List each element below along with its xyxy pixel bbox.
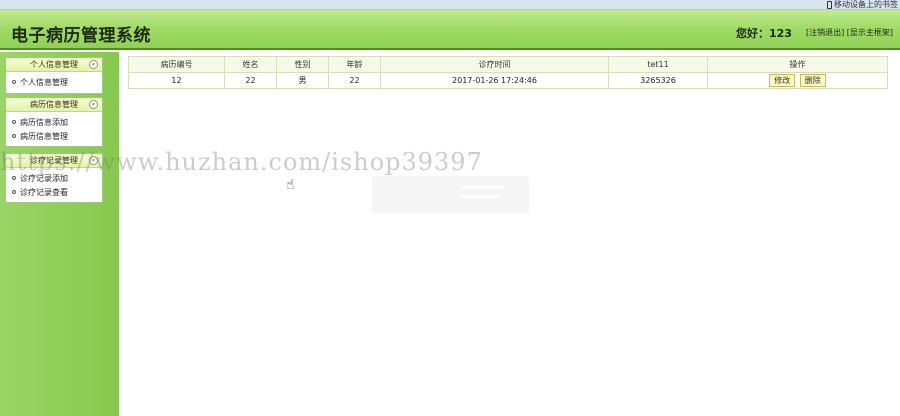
sidebar-item-treatment-add[interactable]: 诊疗记录添加 [6, 172, 102, 186]
bullet-icon [12, 133, 16, 138]
cell-actions: 修改 删除 [707, 72, 888, 89]
column-header: 诊疗时间 [380, 56, 609, 73]
sidebar-item-record-manage[interactable]: 病历信息管理 [6, 130, 102, 144]
menu-group-title: 诊疗记录管理 [30, 156, 78, 165]
mobile-bookmarks-link[interactable]: 移动设备上的书签 [827, 0, 898, 10]
cell-record-id: 12 [128, 72, 225, 89]
bullet-icon [12, 175, 16, 180]
table-header-row: 病历编号 姓名 性别 年龄 诊疗时间 tet11 操作 [128, 56, 888, 73]
sidebar-item-label: 病历信息添加 [20, 118, 68, 127]
logout-link[interactable]: [注销退出] [806, 28, 844, 37]
main-content: 病历编号 姓名 性别 年龄 诊疗时间 tet11 操作 12 22 男 22 2… [119, 52, 900, 416]
app-title: 电子病历管理系统 [11, 26, 151, 46]
bullet-icon [12, 189, 16, 194]
table-row: 12 22 男 22 2017-01-26 17:24:46 3265326 修… [128, 72, 888, 89]
collapse-icon[interactable]: « [89, 60, 98, 69]
menu-group-treatment: 诊疗记录管理 « 诊疗记录添加 诊疗记录查看 [5, 153, 103, 203]
sidebar-item-label: 诊疗记录添加 [20, 174, 68, 183]
sidebar-item-treatment-view[interactable]: 诊疗记录查看 [6, 186, 102, 200]
sidebar-item-label: 个人信息管理 [20, 78, 68, 87]
bullet-icon [12, 79, 16, 84]
header-links: [注销退出] [显示主框架] [806, 27, 893, 38]
menu-group-title: 病历信息管理 [30, 100, 78, 109]
records-table: 病历编号 姓名 性别 年龄 诊疗时间 tet11 操作 12 22 男 22 2… [128, 56, 888, 89]
show-frame-link[interactable]: [显示主框架] [847, 28, 893, 37]
column-header: 操作 [707, 56, 888, 73]
sidebar-item-personal-info[interactable]: 个人信息管理 [6, 76, 102, 90]
cell-name: 22 [224, 72, 277, 89]
faded-bar [462, 186, 504, 189]
column-header: tet11 [608, 56, 708, 73]
menu-group-header[interactable]: 诊疗记录管理 « [6, 154, 102, 168]
sidebar: 个人信息管理 « 个人信息管理 病历信息管理 « 病历信息添加 病历信息管理 诊… [0, 52, 119, 416]
browser-bookmark-strip: 移动设备上的书签 [0, 0, 900, 10]
bullet-icon [12, 119, 16, 124]
cell-time: 2017-01-26 17:24:46 [380, 72, 609, 89]
cell-age: 22 [328, 72, 381, 89]
cell-tet11: 3265326 [608, 72, 708, 89]
faded-bar [460, 195, 500, 198]
menu-group-records: 病历信息管理 « 病历信息添加 病历信息管理 [5, 97, 103, 147]
app-header: 电子病历管理系统 您好：123 [注销退出] [显示主框架] [0, 10, 900, 50]
menu-group-title: 个人信息管理 [30, 60, 78, 69]
cell-gender: 男 [276, 72, 329, 89]
mobile-bookmarks-label: 移动设备上的书签 [834, 0, 898, 9]
sidebar-item-label: 诊疗记录查看 [20, 188, 68, 197]
edit-button[interactable]: 修改 [769, 74, 796, 87]
hand-cursor-icon: ☝ [286, 177, 295, 193]
collapse-icon[interactable]: « [89, 156, 98, 165]
delete-button[interactable]: 删除 [799, 74, 826, 87]
menu-group-header[interactable]: 个人信息管理 « [6, 58, 102, 72]
sidebar-item-record-add[interactable]: 病历信息添加 [6, 116, 102, 130]
user-greeting: 您好：123 [736, 27, 792, 40]
column-header: 病历编号 [128, 56, 225, 73]
faded-overlay-box [372, 176, 529, 213]
column-header: 姓名 [224, 56, 277, 73]
menu-group-header[interactable]: 病历信息管理 « [6, 98, 102, 112]
phone-icon [827, 0, 832, 9]
collapse-icon[interactable]: « [89, 100, 98, 109]
sidebar-item-label: 病历信息管理 [20, 132, 68, 141]
menu-group-personal: 个人信息管理 « 个人信息管理 [5, 57, 103, 94]
column-header: 年龄 [328, 56, 381, 73]
column-header: 性别 [276, 56, 329, 73]
